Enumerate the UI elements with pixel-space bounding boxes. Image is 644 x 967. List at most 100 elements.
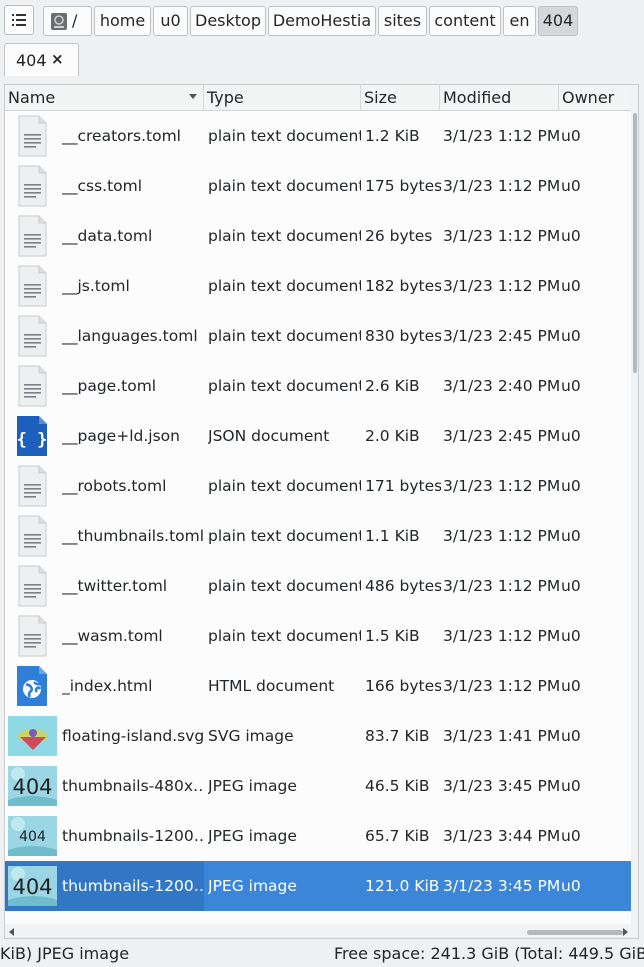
file-row[interactable]: __twitter.toml plain text document 486 byt…	[5, 561, 633, 611]
file-type: plain text document	[208, 277, 361, 295]
hamburger-icon	[12, 14, 26, 26]
status-free-space: Free space: 241.3 GiB (Total: 449.5 GiB)	[334, 944, 644, 963]
path-bar: / home u0 Desktop DemoHestia sites conte…	[0, 0, 644, 42]
file-type: JPEG image	[208, 827, 297, 845]
file-row[interactable]: __robots.toml plain text document 171 byte…	[5, 461, 633, 511]
file-row[interactable]: __languages.toml plain text document 830 b…	[5, 311, 633, 361]
file-row[interactable]: __thumbnails.toml plain text document 1.1 …	[5, 511, 633, 561]
file-row[interactable]: __js.toml plain text document 182 bytes 3/1…	[5, 261, 633, 311]
breadcrumb-root[interactable]: /	[43, 6, 92, 36]
column-header: Name Type Size Modified Owner	[5, 85, 633, 111]
file-type: plain text document	[208, 227, 361, 245]
status-selection-info: KiB) JPEG image	[0, 944, 130, 963]
file-size: 26 bytes	[365, 227, 433, 245]
drive-icon	[51, 13, 67, 30]
menu-button[interactable]	[4, 5, 34, 35]
file-type: plain text document	[208, 177, 361, 195]
file-row[interactable]: floating-island.svg SVG image 83.7 KiB 3/1/…	[5, 711, 633, 761]
text-file-icon	[18, 315, 47, 357]
file-type: HTML document	[208, 677, 335, 695]
breadcrumb-home[interactable]: home	[94, 6, 151, 36]
file-type: SVG image	[208, 727, 294, 745]
close-icon[interactable]: ×	[51, 50, 64, 68]
file-name: __robots.toml	[62, 477, 167, 495]
column-header-modified[interactable]: Modified	[440, 85, 559, 110]
file-type: JPEG image	[208, 877, 297, 895]
file-size: 83.7 KiB	[365, 727, 430, 745]
file-owner: u0	[561, 277, 581, 295]
text-file-icon	[18, 565, 47, 607]
status-bar: KiB) JPEG image Free space: 241.3 GiB (T…	[0, 940, 644, 967]
file-modified: 3/1/23 1:12 PM	[443, 627, 560, 645]
horizontal-scrollbar-thumb[interactable]	[527, 930, 623, 935]
file-name: __languages.toml	[62, 327, 198, 345]
file-type: plain text document	[208, 577, 361, 595]
file-row[interactable]: 404 thumbnails-1200… JPEG image 121.0 KiB 3/…	[5, 861, 633, 911]
file-name: __twitter.toml	[62, 577, 168, 595]
file-row[interactable]: 404 thumbnails-480x… JPEG image 46.5 KiB 3/1…	[5, 761, 633, 811]
file-owner: u0	[561, 727, 581, 745]
column-header-size[interactable]: Size	[361, 85, 440, 110]
tab-label: 404	[16, 51, 47, 70]
breadcrumb-content[interactable]: content	[429, 6, 501, 36]
file-owner: u0	[561, 377, 581, 395]
text-file-icon	[18, 165, 47, 207]
horizontal-scrollbar[interactable]	[5, 924, 633, 938]
file-list-view[interactable]: Name Type Size Modified Owner __creators…	[4, 84, 639, 939]
file-modified: 3/1/23 1:12 PM	[443, 677, 560, 695]
scroll-right-icon[interactable]	[623, 928, 628, 936]
file-row[interactable]: { } __page+ld.json JSON document 2.0 KiB 3/1…	[5, 411, 633, 461]
breadcrumb-desktop[interactable]: Desktop	[190, 6, 266, 36]
file-owner: u0	[561, 527, 581, 545]
file-name: __page.toml	[62, 377, 157, 395]
file-row[interactable]: __data.toml plain text document 26 bytes 3/…	[5, 211, 633, 261]
vertical-scrollbar-thumb[interactable]	[633, 113, 637, 373]
svg-text:404: 404	[12, 875, 52, 899]
svg-text:404: 404	[12, 775, 52, 799]
file-modified: 3/1/23 1:12 PM	[443, 177, 560, 195]
file-type: JSON document	[208, 427, 330, 445]
file-name: _index.html	[62, 677, 153, 695]
text-file-icon	[18, 515, 47, 557]
breadcrumb-sites[interactable]: sites	[378, 6, 427, 36]
vertical-scrollbar[interactable]	[631, 85, 638, 938]
file-row[interactable]: 404 thumbnails-1200… JPEG image 65.7 KiB 3/1…	[5, 811, 633, 861]
column-header-name[interactable]: Name	[5, 85, 204, 110]
file-modified: 3/1/23 3:45 PM	[443, 877, 560, 895]
jpeg-thumbnail: 404	[8, 816, 57, 856]
file-row[interactable]: __page.toml plain text document 2.6 KiB 3/1…	[5, 361, 633, 411]
file-owner: u0	[561, 677, 581, 695]
file-size: 830 bytes	[365, 327, 441, 345]
file-row[interactable]: __css.toml plain text document 175 bytes 3/…	[5, 161, 633, 211]
file-name: __js.toml	[62, 277, 130, 295]
file-owner: u0	[561, 177, 581, 195]
html-file-icon	[17, 666, 47, 706]
text-file-icon	[18, 365, 47, 407]
breadcrumb-demohestia[interactable]: DemoHestia	[268, 6, 376, 36]
file-type: plain text document	[208, 327, 361, 345]
breadcrumb-u0[interactable]: u0	[153, 6, 188, 36]
file-size: 1.5 KiB	[365, 627, 420, 645]
file-row[interactable]: __creators.toml plain text document 1.2 Ki…	[5, 111, 633, 161]
file-owner: u0	[561, 227, 581, 245]
file-size: 486 bytes	[365, 577, 441, 595]
file-size: 182 bytes	[365, 277, 441, 295]
column-header-type[interactable]: Type	[204, 85, 361, 110]
file-row[interactable]: _index.html HTML document 166 bytes 3/1/23 …	[5, 661, 633, 711]
svg-thumbnail	[8, 716, 57, 756]
file-owner: u0	[561, 127, 581, 145]
file-name: thumbnails-480x…	[62, 777, 205, 795]
breadcrumb-en[interactable]: en	[503, 6, 536, 36]
file-modified: 3/1/23 1:12 PM	[443, 277, 560, 295]
column-header-owner[interactable]: Owner	[559, 85, 633, 110]
file-type: plain text document	[208, 627, 361, 645]
file-row[interactable]: __wasm.toml plain text document 1.5 KiB 3/1…	[5, 611, 633, 661]
scroll-left-icon[interactable]	[9, 928, 14, 936]
file-modified: 3/1/23 1:12 PM	[443, 127, 560, 145]
breadcrumb-404[interactable]: 404	[538, 6, 578, 36]
file-size: 65.7 KiB	[365, 827, 430, 845]
tab-404[interactable]: 404 ×	[4, 43, 79, 76]
file-size: 46.5 KiB	[365, 777, 430, 795]
svg-text:{ }: { }	[17, 430, 48, 450]
file-owner: u0	[561, 577, 581, 595]
